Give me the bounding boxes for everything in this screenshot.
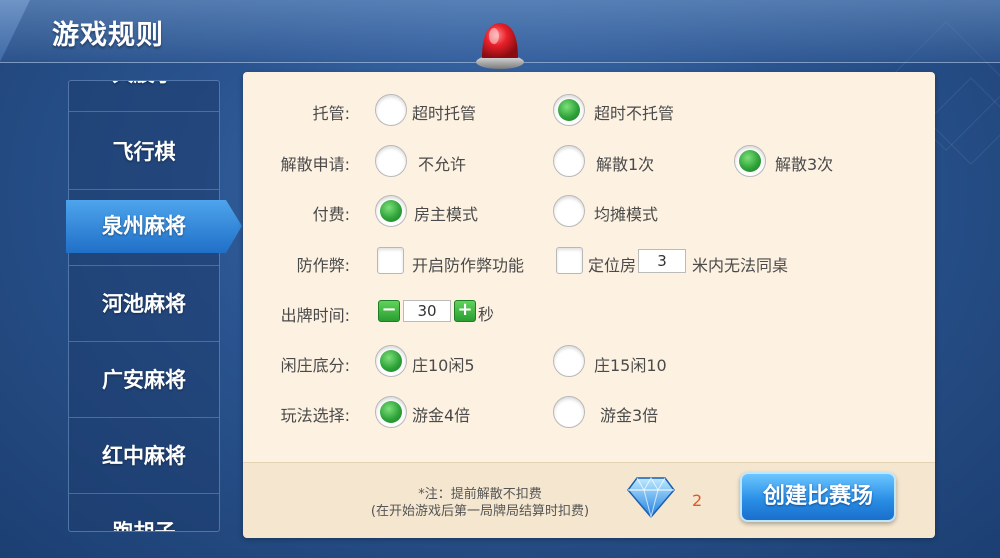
anticheat-label: 防作弊: <box>296 256 350 275</box>
radio-timeout-auto[interactable] <box>375 94 407 126</box>
option-payment-split: 均摊模式 <box>594 205 659 224</box>
tuoguan-label: 托管: <box>312 104 350 123</box>
option-anticheat: 开启防作弊功能 <box>412 256 525 275</box>
option-location-room: 定位房 <box>588 256 637 275</box>
note-line-2: (在开始游戏后第一局牌局结算时扣费) <box>370 504 590 519</box>
sidebar-item-hechi[interactable]: 河池麻将 <box>69 267 219 342</box>
radio-dissolve-1[interactable] <box>553 145 585 177</box>
radio-dissolve-disallow[interactable] <box>375 145 407 177</box>
sidebar-item-paohuzi[interactable]: 跑胡子 <box>69 495 219 531</box>
option-base-score-15-10: 庄15闲10 <box>594 356 667 375</box>
radio-timeout-no-auto[interactable] <box>553 94 585 126</box>
play-time-unit: 秒 <box>478 305 495 324</box>
sidebar-item-hongzhong[interactable]: 红中麻将 <box>69 419 219 494</box>
checkbox-anticheat[interactable] <box>377 247 404 274</box>
play-time-input[interactable]: 30 <box>403 300 451 322</box>
radio-base-score-15-10[interactable] <box>553 345 585 377</box>
radio-base-score-10-5[interactable] <box>375 345 407 377</box>
page-title: 游戏规则 <box>52 20 164 51</box>
option-dissolve-1: 解散1次 <box>596 155 655 174</box>
base-score-label: 闲庄底分: <box>280 356 350 375</box>
option-base-score-10-5: 庄10闲5 <box>412 356 475 375</box>
payment-label: 付费: <box>312 205 350 224</box>
game-list-sidebar[interactable]: 大股子 飞行棋 河池麻将 广安麻将 红中麻将 跑胡子 <box>68 80 220 532</box>
checkbox-location-room[interactable] <box>556 247 583 274</box>
alarm-light-icon <box>476 23 524 69</box>
sidebar-item-feixingqi[interactable]: 飞行棋 <box>69 115 219 190</box>
option-dissolve-3: 解散3次 <box>775 155 834 174</box>
play-time-label: 出牌时间: <box>280 306 350 325</box>
sidebar-item-guangan[interactable]: 广安麻将 <box>69 343 219 418</box>
play-time-plus-button[interactable]: + <box>454 300 476 322</box>
play-mode-label: 玩法选择: <box>280 406 350 425</box>
radio-payment-owner[interactable] <box>375 195 407 227</box>
title-bar-edge <box>0 0 30 62</box>
create-match-button[interactable]: 创建比赛场 <box>740 472 896 522</box>
option-timeout-no-auto: 超时不托管 <box>594 104 675 123</box>
radio-play-mode-4x[interactable] <box>375 396 407 428</box>
radio-play-mode-3x[interactable] <box>553 396 585 428</box>
option-payment-owner: 房主模式 <box>414 205 479 224</box>
radio-payment-split[interactable] <box>553 195 585 227</box>
option-play-mode-3x: 游金3倍 <box>600 406 659 425</box>
distance-input[interactable]: 3 <box>638 249 686 273</box>
option-location-suffix: 米内无法同桌 <box>692 256 789 275</box>
option-dissolve-disallow: 不允许 <box>418 155 467 174</box>
option-timeout-auto: 超时托管 <box>412 104 477 123</box>
sidebar-item-dagu[interactable]: 大股子 <box>69 81 219 112</box>
option-play-mode-4x: 游金4倍 <box>412 406 471 425</box>
play-time-minus-button[interactable]: − <box>378 300 400 322</box>
diamond-icon <box>627 477 675 518</box>
diamond-cost: 2 <box>692 491 703 510</box>
dissolve-label: 解散申请: <box>280 155 350 174</box>
radio-dissolve-3[interactable] <box>734 145 766 177</box>
sidebar-item-active[interactable]: 泉州麻将 <box>66 200 242 253</box>
